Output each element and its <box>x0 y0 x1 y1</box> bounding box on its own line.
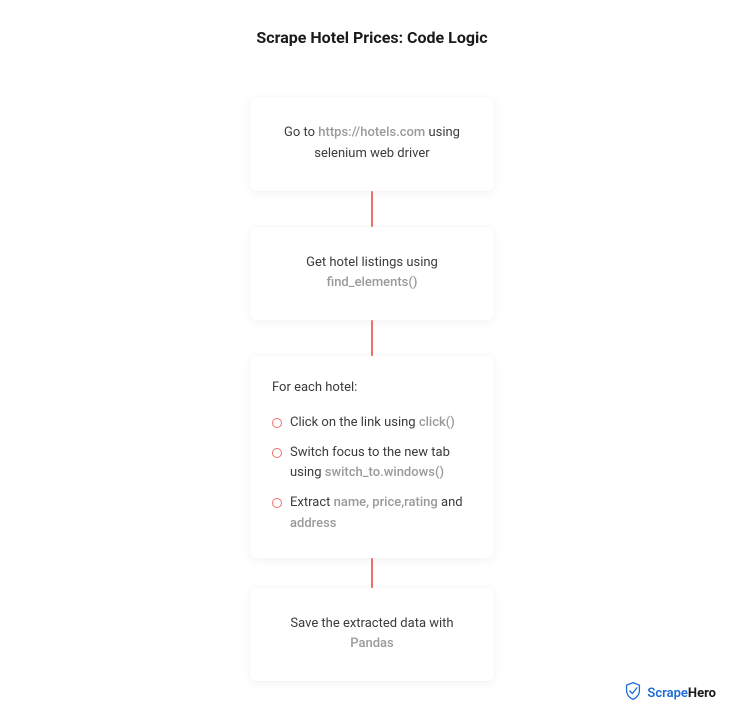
li-3-code1: name, price,rating <box>334 495 438 510</box>
li-1-code: click() <box>419 415 455 430</box>
brand-logo: ScrapeHero <box>625 682 716 704</box>
connector-1 <box>371 191 373 227</box>
step-3-list: Click on the link using click() Switch f… <box>272 413 472 534</box>
li-2-code: switch_to.windows() <box>325 465 444 480</box>
brand-text-black: Hero <box>688 686 716 701</box>
step-3-heading: For each hotel: <box>272 378 472 399</box>
brand-text-blue: Scrape <box>647 686 687 701</box>
step-2-code: find_elements() <box>327 275 418 290</box>
step-3-card: For each hotel: Click on the link using … <box>250 356 494 558</box>
step-4-code: Pandas <box>350 636 394 651</box>
li-3-code2: address <box>290 516 336 531</box>
connector-3 <box>371 558 373 588</box>
step-4-card: Save the extracted data with Pandas <box>250 588 494 682</box>
connector-2 <box>371 320 373 356</box>
li-1-pre: Click on the link using <box>290 415 419 430</box>
flowchart: Go to https://hotels.com using selenium … <box>0 97 744 681</box>
li-3-pre: Extract <box>290 495 334 510</box>
list-item: Switch focus to the new tab using switch… <box>272 443 472 483</box>
step-1-code: https://hotels.com <box>318 125 425 140</box>
list-item: Extract name, price,rating and address <box>272 493 472 533</box>
list-item: Click on the link using click() <box>272 413 472 433</box>
step-2-text-pre: Get hotel listings using <box>306 255 438 270</box>
step-2-card: Get hotel listings using find_elements() <box>250 227 494 321</box>
step-1-text-pre: Go to <box>284 125 318 140</box>
step-1-card: Go to https://hotels.com using selenium … <box>250 97 494 191</box>
shield-icon <box>625 682 641 704</box>
page-title: Scrape Hotel Prices: Code Logic <box>0 0 744 47</box>
step-4-text-pre: Save the extracted data with <box>290 616 453 631</box>
li-3-mid: and <box>438 495 463 510</box>
